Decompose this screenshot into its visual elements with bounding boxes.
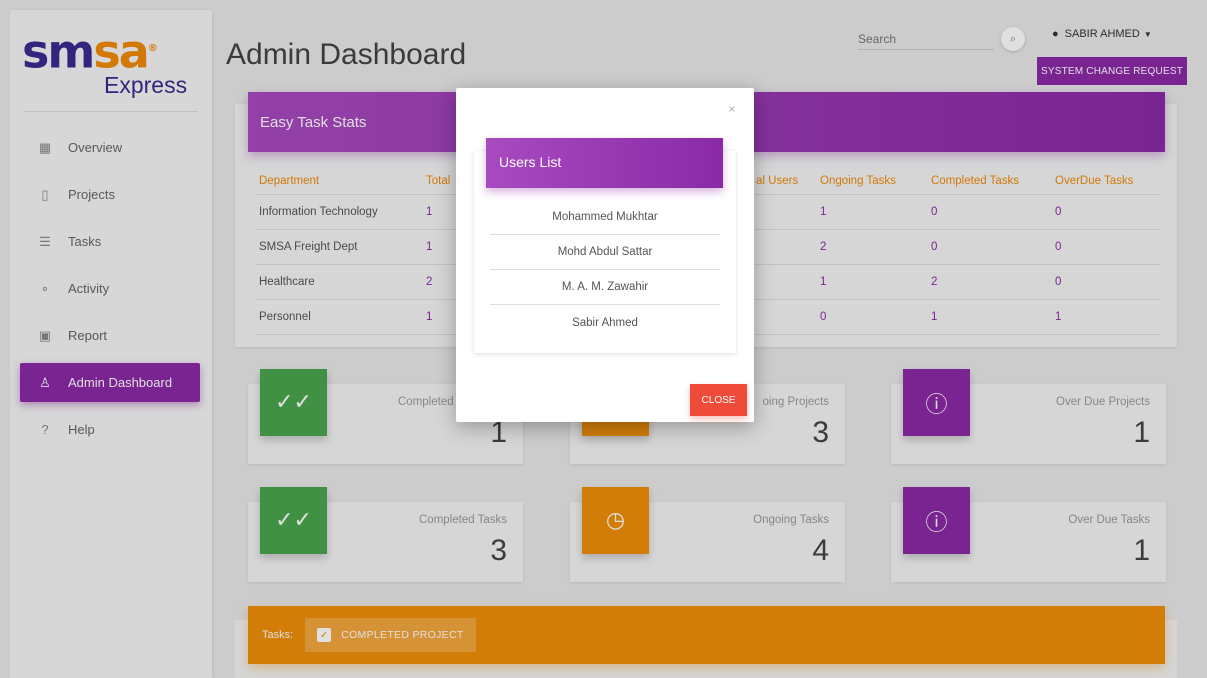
- list-item: M. A. M. Zawahir: [490, 270, 720, 305]
- users-list-header: Users List: [486, 138, 723, 188]
- list-item: Mohd Abdul Sattar: [490, 235, 720, 270]
- users-list: Mohammed Mukhtar Mohd Abdul Sattar M. A.…: [490, 200, 720, 340]
- close-icon[interactable]: ×: [728, 104, 736, 115]
- list-item: Mohammed Mukhtar: [490, 200, 720, 235]
- users-list-modal: × Users List Mohammed Mukhtar Mohd Abdul…: [456, 88, 754, 422]
- users-list-title: Users List: [499, 154, 562, 170]
- close-button[interactable]: CLOSE: [690, 384, 747, 416]
- list-item: Sabir Ahmed: [572, 316, 638, 329]
